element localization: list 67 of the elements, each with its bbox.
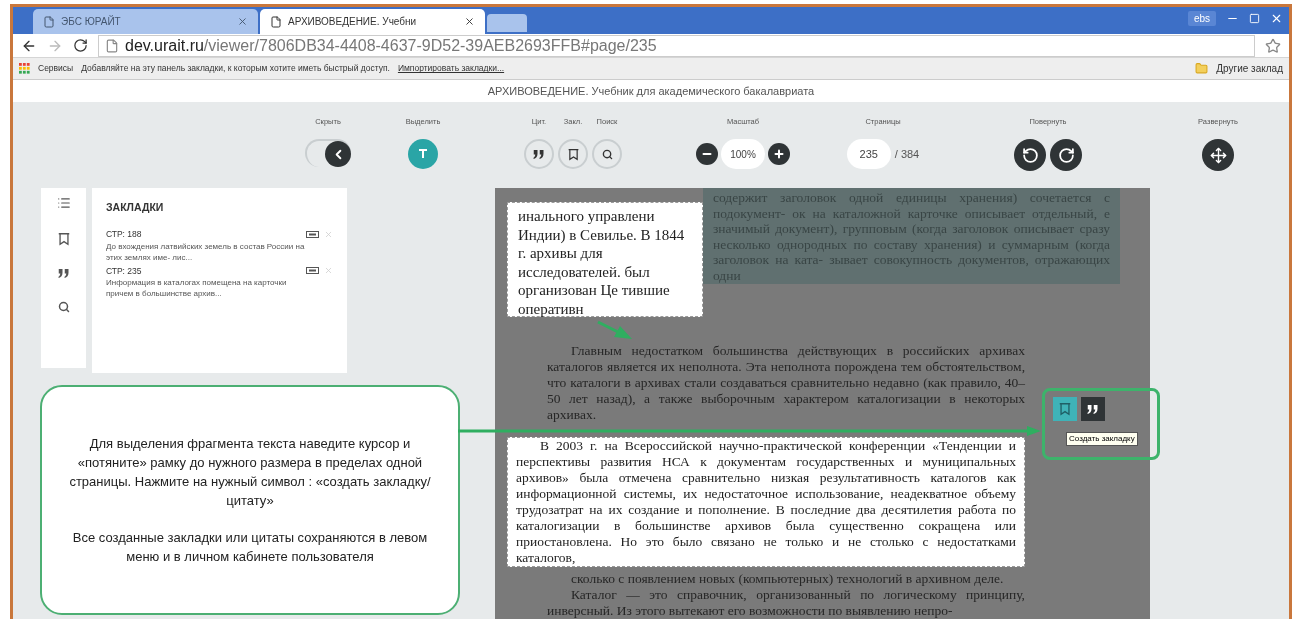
create-quote-button[interactable] bbox=[1081, 397, 1105, 421]
bookmarks-hint: Добавляйте на эту панель закладки, к которым хотите иметь быстрый доступ. bbox=[81, 62, 390, 75]
page-paragraph: Каталог — это справочник, организованный по логическому принципу, инверсный. Из этого вытекают его возможности по выявлению непро- bbox=[546, 587, 1025, 619]
bookmark-button[interactable] bbox=[558, 139, 588, 170]
search-icon bbox=[601, 148, 613, 160]
page-paragraph: сколько с появлением новых (компьютерных) технологий в архивном деле. bbox=[570, 571, 1005, 587]
plus-icon bbox=[773, 148, 785, 161]
bookmark-icon bbox=[566, 147, 580, 161]
list-icon[interactable] bbox=[56, 196, 71, 210]
selected-text: инального управлени Индии) в Севилье. В 1844 г. архивы для исследователей. был организован Це тившие оперативн bbox=[518, 207, 686, 318]
document-title: АРХИВОВЕДЕНИЕ. Учебник для академического бакалавриата bbox=[487, 83, 815, 99]
callout-text: Все созданные закладки или цитаты сохраняются в левом меню и в личном кабинете пользователя bbox=[71, 529, 429, 566]
goto-icon[interactable] bbox=[306, 267, 319, 275]
tab-title: ЭБС ЮРАЙТ bbox=[61, 14, 122, 30]
close-icon[interactable] bbox=[1270, 12, 1283, 25]
zoom-in-button[interactable] bbox=[768, 143, 790, 166]
browser-tab[interactable]: АРХИВОВЕДЕНИЕ. Учебни bbox=[260, 9, 485, 35]
apps-grid-icon[interactable] bbox=[19, 63, 30, 75]
page-total: / 384 bbox=[894, 147, 920, 162]
apps-link[interactable]: Сервисы bbox=[38, 62, 74, 75]
panel-title: ЗАКЛАДКИ bbox=[106, 200, 165, 215]
page-number[interactable]: СТР: 188 bbox=[106, 227, 306, 241]
bookmark-icon bbox=[1058, 402, 1072, 416]
close-icon[interactable] bbox=[464, 16, 475, 28]
browser-tab[interactable]: ЭБС ЮРАЙТ bbox=[33, 9, 258, 35]
rotate-right-button[interactable] bbox=[1050, 139, 1082, 172]
fullscreen-button[interactable] bbox=[1202, 139, 1234, 172]
goto-icon[interactable] bbox=[306, 230, 319, 238]
quote-button[interactable] bbox=[524, 139, 554, 170]
page-field[interactable]: 235 bbox=[846, 139, 891, 170]
rotate-left-button[interactable] bbox=[1014, 139, 1046, 172]
import-bookmarks-link[interactable]: Импортировать закладки... bbox=[397, 62, 505, 75]
quote-icon bbox=[533, 148, 545, 160]
new-tab-button[interactable] bbox=[487, 14, 527, 33]
rotate-right-icon bbox=[1057, 146, 1075, 164]
zoom-field[interactable]: 100% bbox=[721, 139, 765, 170]
maximize-icon[interactable] bbox=[1249, 13, 1260, 24]
search-icon[interactable] bbox=[57, 301, 70, 313]
other-bookmarks[interactable]: Другие заклад bbox=[1216, 61, 1283, 77]
bookmark-excerpt[interactable]: Информация в каталогах помещена на карточки причем в большинстве архив... bbox=[106, 277, 306, 300]
star-icon[interactable] bbox=[1265, 37, 1281, 54]
text-cursor-icon bbox=[418, 149, 428, 160]
callout-text: Для выделения фрагмента текста наведите курсор и «потяните» рамку до нужного размера в пределах одной страницы. Нажмите на нужный символ : «создать закладку/цитату» bbox=[68, 435, 432, 510]
search-button[interactable] bbox=[592, 139, 622, 170]
folder-icon bbox=[1195, 62, 1209, 76]
page-icon bbox=[43, 15, 55, 28]
page-icon bbox=[105, 38, 119, 53]
hide-toggle[interactable] bbox=[305, 139, 351, 168]
tooltip: Создать закладку bbox=[1066, 432, 1138, 446]
bookmark-excerpt[interactable]: До вхождения латвийских земель в состав России на этих землях име- лис... bbox=[106, 240, 306, 263]
profile-name[interactable]: ebs bbox=[1187, 11, 1216, 26]
rotate-left-icon bbox=[1021, 146, 1039, 164]
address-field[interactable]: dev.urait.ru/viewer/7806DB34-4408-4637-9D52-39AEB2693FFB#page/235 bbox=[98, 34, 1255, 57]
zoom-out-button[interactable] bbox=[696, 143, 718, 166]
page-number[interactable]: СТР: 235 bbox=[106, 264, 306, 278]
page-paragraph: Главным недостатком большинства действующих в российских архивах каталогов является их неполнота. Эта неполнота порождена тем обстоятельством, что каталоги в архивах стали создаваться сравнительно недавно (как правило, 40–50 лет назад), а также выборочным характером каталогизации в некоторых архивах. bbox=[546, 343, 1025, 423]
quote-icon bbox=[57, 268, 70, 279]
bookmark-icon bbox=[56, 232, 71, 246]
tab-title: АРХИВОВЕДЕНИЕ. Учебни bbox=[288, 15, 418, 30]
url-text: dev.urait.ru/viewer/7806DB34-4408-4637-9D52-39AEB2693FFB#page/235 bbox=[125, 35, 657, 56]
highlight-button[interactable] bbox=[408, 139, 438, 170]
reload-icon[interactable] bbox=[73, 38, 88, 54]
selected-paragraph: В 2003 г. на Всероссийской научно-практической конференции «Тенденции и перспективы развития НСА к документам государственных и муниципальных архивов» была отмечена сравнительно низкая результативность каталогов как информационной системы, их недостаточное использование, неадекватное объему трудозатрат на их создание и пополнение. В последние два десятилетия работа по каталогизации в большинстве архивов была существенно сокращена или приостановлена. Но это было связано не только и не столько с недостатками каталогов, bbox=[507, 437, 1025, 567]
pointer-arrow bbox=[597, 320, 632, 339]
page-icon bbox=[270, 15, 282, 28]
expand-arrows-icon bbox=[1209, 146, 1227, 164]
quote-icon bbox=[1087, 403, 1099, 415]
